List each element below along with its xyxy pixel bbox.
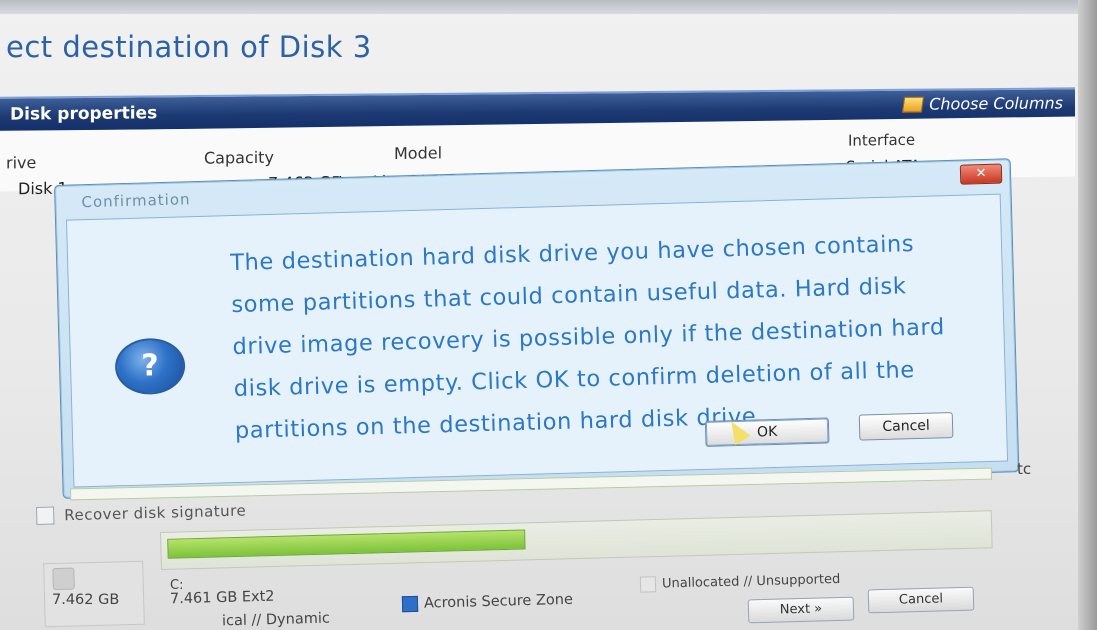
- dialog-cancel-button[interactable]: Cancel: [858, 411, 954, 441]
- column-header-interface[interactable]: Interface: [848, 131, 915, 150]
- clipped-text: tc: [1017, 460, 1032, 478]
- dialog-frame: Confirmation ✕ ? The destination hard di…: [54, 158, 1020, 499]
- legend-dynamic-label: ical // Dynamic: [221, 610, 331, 630]
- legend-unallocated-label: Unallocated // Unsupported: [661, 571, 841, 592]
- choose-columns-button[interactable]: Choose Columns: [902, 93, 1063, 114]
- ok-button[interactable]: OK: [704, 417, 830, 447]
- disk-size: 7.462 GB: [52, 592, 120, 608]
- partition-map[interactable]: [160, 510, 993, 570]
- confirmation-dialog: Confirmation ✕ ? The destination hard di…: [54, 158, 1020, 499]
- column-header-drive[interactable]: rive: [6, 153, 36, 172]
- disk-icon: [52, 567, 75, 591]
- secure-zone-swatch: [401, 595, 419, 613]
- next-button[interactable]: Next »: [747, 596, 855, 624]
- partition-c-bar[interactable]: [167, 529, 526, 559]
- dialog-title: Confirmation: [81, 190, 191, 212]
- screen: ect destination of Disk 3 Disk propertie…: [0, 0, 1097, 630]
- recover-signature-label: Recover disk signature: [63, 501, 247, 525]
- page-title: ect destination of Disk 3: [6, 30, 372, 64]
- recover-signature-checkbox[interactable]: [36, 506, 55, 525]
- partition-info: 7.461 GB Ext2: [169, 588, 275, 608]
- screen-edge: [1078, 0, 1097, 630]
- top-band: [0, 0, 1097, 14]
- unallocated-swatch: [639, 576, 657, 593]
- legend-secure-zone: Acronis Secure Zone: [401, 591, 574, 613]
- close-button[interactable]: ✕: [959, 163, 1003, 185]
- question-icon: ?: [114, 337, 186, 396]
- legend-dynamic: ical // Dynamic: [222, 611, 330, 630]
- disk-properties-label: Disk properties: [10, 103, 158, 125]
- cancel-button[interactable]: Cancel: [867, 586, 975, 614]
- dialog-body: ? The destination hard disk drive you ha…: [65, 193, 1009, 488]
- columns-icon: [902, 96, 925, 113]
- column-header-model[interactable]: Model: [394, 143, 442, 163]
- legend-secure-label: Acronis Secure Zone: [423, 591, 574, 612]
- column-header-capacity[interactable]: Capacity: [204, 148, 274, 168]
- recover-signature-option[interactable]: Recover disk signature: [36, 502, 246, 525]
- choose-columns-label: Choose Columns: [929, 93, 1063, 114]
- legend-unallocated: Unallocated // Unsupported: [639, 571, 841, 593]
